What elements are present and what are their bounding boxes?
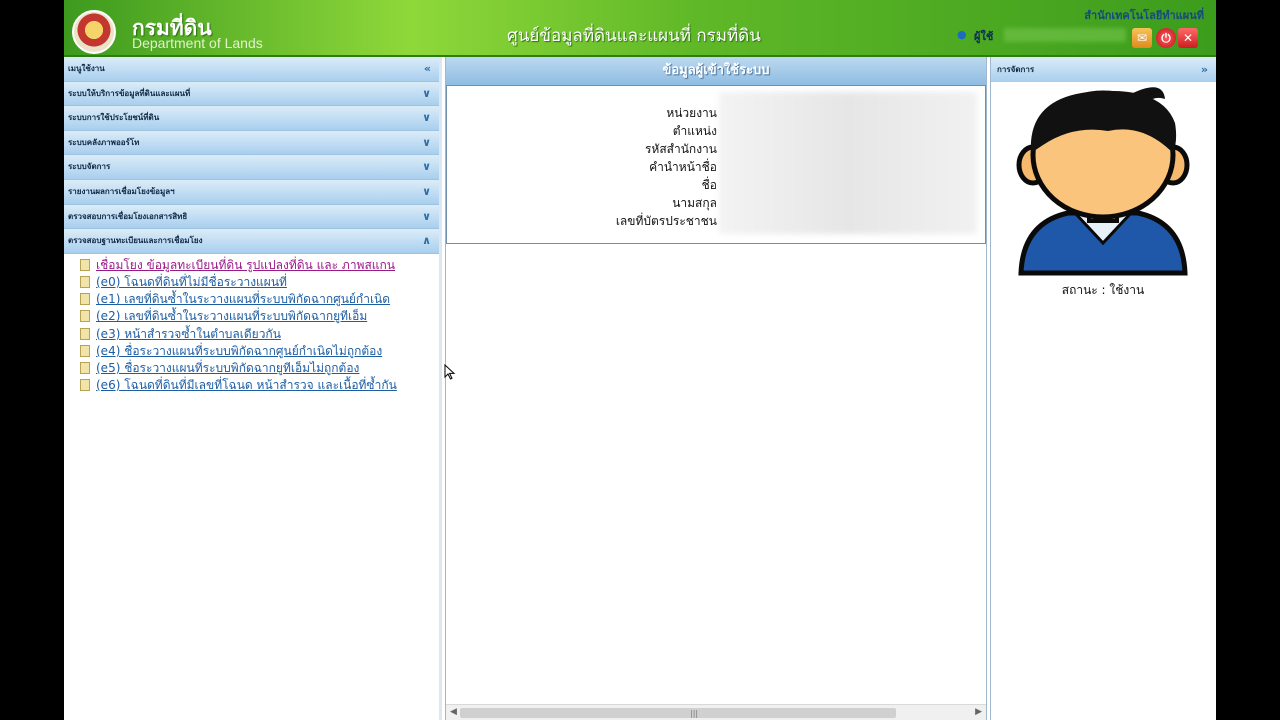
- field-label-first-name: ชื่อ: [701, 178, 717, 192]
- menu-link-e0[interactable]: (e0) โฉนดที่ดินที่ไม่มีชื่อระวางแผนที่: [80, 274, 439, 291]
- document-icon: [80, 293, 90, 306]
- scrollbar-thumb[interactable]: |||: [460, 708, 896, 718]
- menu-link-label: (e5) ชื่อระวางแผนที่ระบบพิกัดฉากยูทีเอ็ม…: [96, 360, 360, 375]
- field-label-title: คำนำหน้าชื่อ: [649, 160, 717, 174]
- organization-name: สำนักเทคโนโลยีทำแผนที่: [1084, 9, 1204, 22]
- document-icon: [80, 258, 90, 271]
- accordion-section-2[interactable]: ระบบการใช้ประโยชน์ที่ดิน ∨: [64, 106, 439, 131]
- menu-link-label: (e2) เลขที่ดินซ้ำในระวางแผนที่ระบบพิกัดฉ…: [96, 309, 368, 324]
- menu-link-e1[interactable]: (e1) เลขที่ดินซ้ำในระวางแผนที่ระบบพิกัดฉ…: [80, 291, 439, 308]
- double-chevron-down-icon: ∨: [422, 86, 431, 100]
- accordion-section-7-open[interactable]: ตรวจสอบฐานทะเบียนและการเชื่อมโยง ∧: [64, 229, 439, 254]
- menu-link-registry-link[interactable]: เชื่อมโยง ข้อมูลทะเบียนที่ดิน รูปแปลงที่…: [80, 257, 439, 274]
- double-chevron-right-icon[interactable]: »: [1201, 57, 1208, 82]
- accordion-section-label: ตรวจสอบการเชื่อมโยงเอกสารสิทธิ: [68, 211, 188, 221]
- menu-link-label: (e1) เลขที่ดินซ้ำในระวางแผนที่ระบบพิกัดฉ…: [96, 292, 391, 307]
- document-icon: [80, 361, 90, 374]
- mouse-cursor-icon: [444, 364, 456, 380]
- scrollbar-grip-icon: |||: [690, 709, 699, 718]
- menu-link-e4[interactable]: (e4) ชื่อระวางแผนที่ระบบพิกัดฉากศูนย์กำเ…: [80, 343, 439, 360]
- field-label-office-code: รหัสสำนักงาน: [644, 142, 717, 156]
- document-icon: [80, 275, 90, 288]
- accordion-section-3[interactable]: ระบบคลังภาพออร์โท ∨: [64, 130, 439, 156]
- accordion-section-label: ระบบคลังภาพออร์โท: [68, 137, 140, 147]
- user-label: ผู้ใช้: [974, 30, 994, 43]
- menu-link-list: เชื่อมโยง ข้อมูลทะเบียนที่ดิน รูปแปลงที่…: [64, 254, 439, 395]
- user-info-values-redacted: [719, 92, 977, 234]
- top-header: กรมที่ดิน Department of Lands ศูนย์ข้อมู…: [64, 0, 1216, 57]
- double-chevron-down-icon: ∨: [422, 209, 431, 223]
- menu-link-e5[interactable]: (e5) ชื่อระวางแผนที่ระบบพิกัดฉากยูทีเอ็ม…: [80, 360, 439, 377]
- user-icon: ●: [957, 28, 967, 41]
- right-panel-title-bar[interactable]: การจัดการ »: [991, 57, 1216, 82]
- accordion-section-1[interactable]: ระบบให้บริการข้อมูลที่ดินและแผนที่ ∨: [64, 81, 439, 107]
- accordion-section-label: ตรวจสอบฐานทะเบียนและการเชื่อมโยง: [68, 236, 203, 246]
- field-label-last-name: นามสกุล: [672, 196, 717, 210]
- accordion-section-6[interactable]: ตรวจสอบการเชื่อมโยงเอกสารสิทธิ ∨: [64, 204, 439, 230]
- document-icon: [80, 379, 90, 392]
- left-menu-panel: เมนูใช้งาน « ระบบให้บริการข้อมูลที่ดินแล…: [64, 57, 442, 720]
- accordion-section-5[interactable]: รายงานผลการเชื่อมโยงข้อมูลฯ ∨: [64, 179, 439, 205]
- double-chevron-down-icon: ∨: [422, 160, 431, 174]
- menu-title-bar[interactable]: เมนูใช้งาน «: [64, 57, 439, 82]
- double-chevron-up-icon: ∧: [422, 234, 431, 248]
- document-icon: [80, 310, 90, 323]
- menu-link-e2[interactable]: (e2) เลขที่ดินซ้ำในระวางแผนที่ระบบพิกัดฉ…: [80, 308, 439, 325]
- status-value: ใช้งาน: [1109, 283, 1145, 297]
- user-name-redacted: [1004, 28, 1126, 42]
- field-label-position: ตำแหน่ง: [672, 124, 717, 138]
- double-chevron-down-icon: ∨: [422, 135, 431, 149]
- right-panel-title: การจัดการ: [997, 65, 1035, 74]
- scroll-right-arrow-icon[interactable]: ▶: [975, 707, 982, 717]
- brand-english: Department of Lands: [132, 35, 263, 51]
- right-management-panel: การจัดการ » สถานะ : ใช้งาน: [990, 57, 1216, 720]
- document-icon: [80, 344, 90, 357]
- status-label: สถานะ :: [1061, 283, 1106, 297]
- menu-link-label: (e0) โฉนดที่ดินที่ไม่มีชื่อระวางแผนที่: [96, 274, 287, 289]
- field-label-id-number: เลขที่บัตรประชาชน: [615, 214, 717, 228]
- menu-link-e6[interactable]: (e6) โฉนดที่ดินที่มีเลขที่โฉนด หน้าสำรวจ…: [80, 377, 439, 394]
- logout-power-button[interactable]: ⏻: [1156, 28, 1176, 48]
- accordion-section-label: ระบบให้บริการข้อมูลที่ดินและแผนที่: [68, 88, 191, 98]
- user-status: สถานะ : ใช้งาน: [991, 281, 1215, 300]
- center-panel-title: ข้อมูลผู้เข้าใช้ระบบ: [446, 57, 986, 85]
- scroll-left-arrow-icon[interactable]: ◀: [450, 707, 457, 717]
- double-chevron-down-icon: ∨: [422, 184, 431, 198]
- accordion-section-label: ระบบการใช้ประโยชน์ที่ดิน: [68, 113, 160, 123]
- user-avatar-icon: [1016, 87, 1190, 276]
- menu-link-label: เชื่อมโยง ข้อมูลทะเบียนที่ดิน รูปแปลงที่…: [96, 257, 395, 272]
- menu-title: เมนูใช้งาน: [68, 64, 105, 73]
- center-content-panel: ข้อมูลผู้เข้าใช้ระบบ หน่วยงาน ตำแหน่ง รห…: [445, 57, 987, 720]
- app-window: กรมที่ดิน Department of Lands ศูนย์ข้อมู…: [64, 0, 1216, 720]
- menu-link-label: (e4) ชื่อระวางแผนที่ระบบพิกัดฉากศูนย์กำเ…: [96, 343, 383, 358]
- department-logo: [72, 10, 116, 54]
- field-label-department: หน่วยงาน: [666, 106, 717, 120]
- double-chevron-down-icon: ∨: [422, 111, 431, 125]
- user-info-box: หน่วยงาน ตำแหน่ง รหัสสำนักงาน คำนำหน้าชื…: [446, 85, 986, 244]
- horizontal-scrollbar[interactable]: ◀ ||| ▶: [446, 704, 986, 720]
- mail-button[interactable]: ✉: [1132, 28, 1152, 48]
- close-button[interactable]: ✕: [1178, 28, 1198, 48]
- accordion-section-label: ระบบจัดการ: [68, 162, 111, 172]
- menu-link-e3[interactable]: (e3) หน้าสำรวจซ้ำในตำบลเดียวกัน: [80, 326, 439, 343]
- system-title: ศูนย์ข้อมูลที่ดินและแผนที่ กรมที่ดิน: [507, 26, 761, 46]
- document-icon: [80, 327, 90, 340]
- double-chevron-left-icon[interactable]: «: [424, 57, 431, 81]
- accordion-section-4[interactable]: ระบบจัดการ ∨: [64, 155, 439, 180]
- menu-link-label: (e6) โฉนดที่ดินที่มีเลขที่โฉนด หน้าสำรวจ…: [96, 378, 397, 393]
- accordion-section-label: รายงานผลการเชื่อมโยงข้อมูลฯ: [68, 186, 175, 196]
- menu-link-label: (e3) หน้าสำรวจซ้ำในตำบลเดียวกัน: [96, 326, 281, 341]
